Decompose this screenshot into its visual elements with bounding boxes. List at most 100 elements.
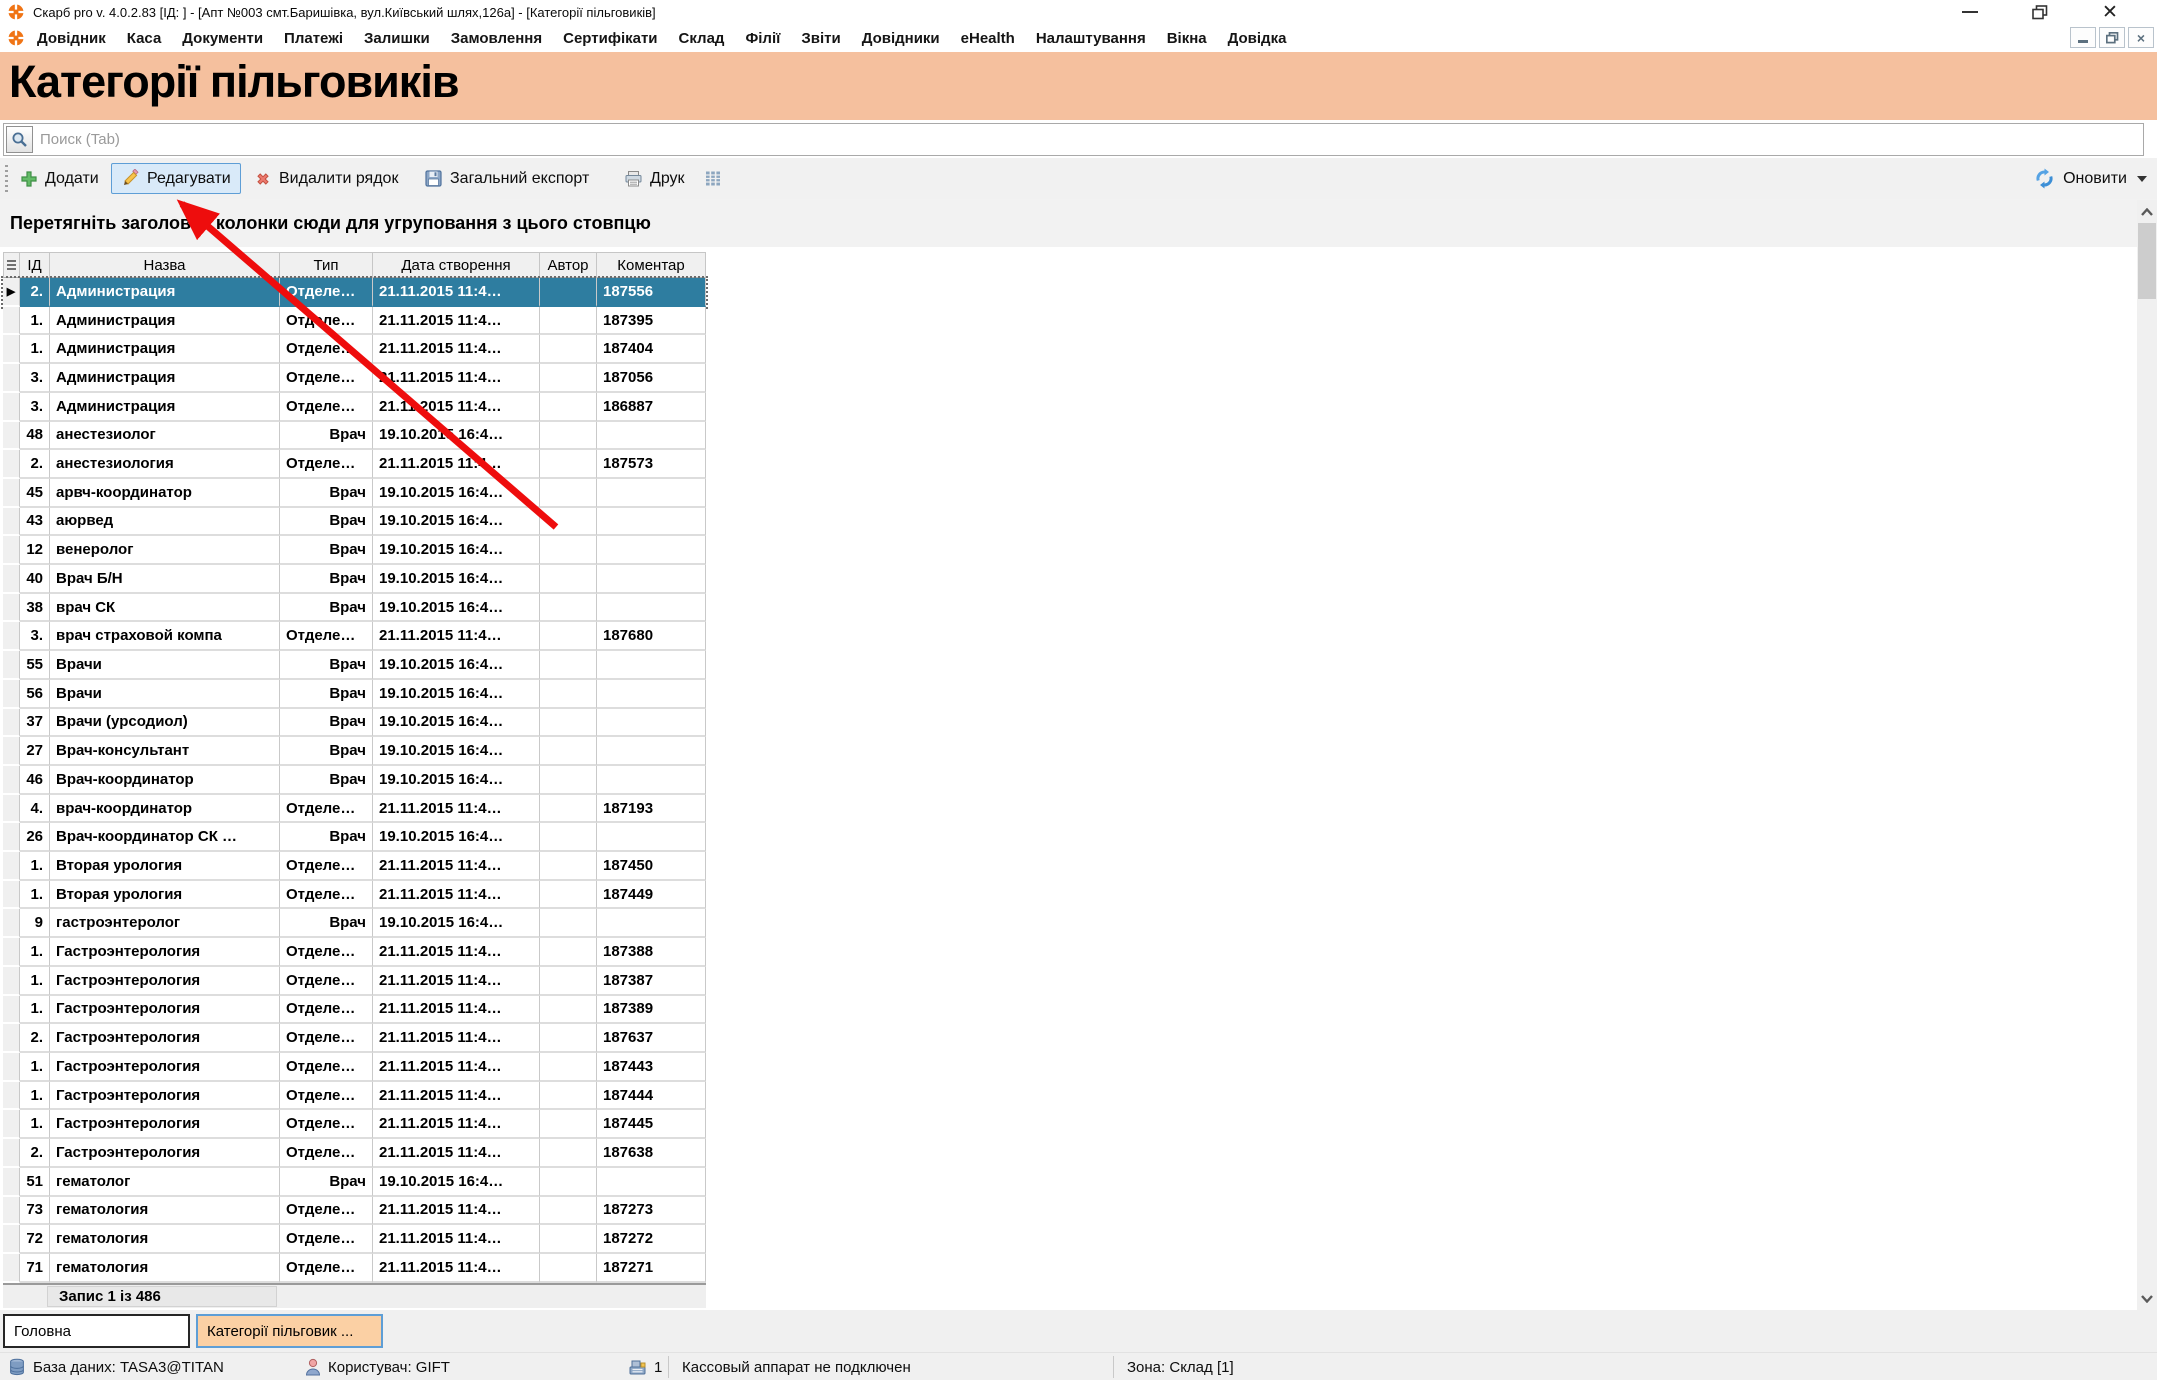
cell-comment: 187449	[597, 881, 706, 910]
window-restore-button[interactable]	[2005, 0, 2075, 24]
menu-dovidka[interactable]: Довідка	[1228, 30, 1287, 47]
row-indicator	[3, 364, 20, 393]
table-row[interactable]: 4.врач-координаторОтделе…21.11.2015 11:4…	[3, 795, 706, 824]
search-bar[interactable]: Поиск (Tab)	[3, 123, 2144, 156]
search-button[interactable]	[6, 126, 33, 153]
table-row[interactable]: 2.ГастроэнтерологияОтделе…21.11.2015 11:…	[3, 1024, 706, 1053]
menu-zvity[interactable]: Звіти	[801, 30, 840, 47]
cell-comment: 187443	[597, 1053, 706, 1082]
table-row[interactable]: 1.ГастроэнтерологияОтделе…21.11.2015 11:…	[3, 996, 706, 1025]
menu-dokumenty[interactable]: Документи	[182, 30, 263, 47]
table-row[interactable]: 72гематологияОтделе…21.11.2015 11:4…1872…	[3, 1225, 706, 1254]
column-header-type[interactable]: Тип	[280, 252, 373, 278]
table-row[interactable]: 1.ГастроэнтерологияОтделе…21.11.2015 11:…	[3, 1110, 706, 1139]
search-input[interactable]: Поиск (Tab)	[40, 131, 120, 148]
export-button[interactable]: Загальний експорт	[424, 163, 589, 194]
menu-ehealth[interactable]: eHealth	[961, 30, 1015, 47]
table-row[interactable]: 3.АдминистрацияОтделе…21.11.2015 11:4…18…	[3, 393, 706, 422]
table-row[interactable]: 1.ГастроэнтерологияОтделе…21.11.2015 11:…	[3, 1053, 706, 1082]
window-minimize-button[interactable]	[1935, 0, 2005, 24]
table-row[interactable]: 73гематологияОтделе…21.11.2015 11:4…1872…	[3, 1197, 706, 1226]
mdi-minimize-button[interactable]	[2070, 27, 2096, 48]
window-close-button[interactable]: ✕	[2075, 0, 2145, 24]
database-icon	[8, 1358, 26, 1376]
menu-dovidnyky[interactable]: Довідники	[862, 30, 940, 47]
table-row[interactable]: 1.АдминистрацияОтделе…21.11.2015 11:4…18…	[3, 335, 706, 364]
cell-id: 1.	[20, 996, 50, 1025]
add-button[interactable]: Додати	[20, 163, 99, 194]
menu-zamovlennia[interactable]: Замовлення	[451, 30, 542, 47]
table-row[interactable]: 51гематологВрач19.10.2015 16:4…	[3, 1168, 706, 1197]
edit-button[interactable]: Редагувати	[111, 163, 241, 194]
table-row[interactable]: 43аюрведВрач19.10.2015 16:4…	[3, 508, 706, 537]
cell-author	[540, 823, 597, 852]
scroll-up-button[interactable]	[2137, 201, 2157, 222]
table-row[interactable]: 27Врач-консультантВрач19.10.2015 16:4…	[3, 737, 706, 766]
cell-name: Администрация	[50, 335, 280, 364]
tab-holovna[interactable]: Головна	[3, 1314, 190, 1348]
table-row[interactable]: 71гематологияОтделе…21.11.2015 11:4…1872…	[3, 1254, 706, 1283]
table-row[interactable]: 12венерологВрач19.10.2015 16:4…	[3, 536, 706, 565]
table-row[interactable]: 1.Вторая урологияОтделе…21.11.2015 11:4……	[3, 881, 706, 910]
table-row[interactable]: 1.ГастроэнтерологияОтделе…21.11.2015 11:…	[3, 938, 706, 967]
column-header-comment[interactable]: Коментар	[597, 252, 706, 278]
mdi-close-button[interactable]: ×	[2128, 27, 2154, 48]
table-row[interactable]: 56ВрачиВрач19.10.2015 16:4…	[3, 680, 706, 709]
table-row[interactable]: ▶2.АдминистрацияОтделе…21.11.2015 11:4…1…	[3, 278, 706, 307]
table-row[interactable]: 1.ГастроэнтерологияОтделе…21.11.2015 11:…	[3, 967, 706, 996]
columns-button[interactable]	[703, 163, 723, 194]
cell-name: Гастроэнтерология	[50, 1053, 280, 1082]
table-row[interactable]: 45арвч-координаторВрач19.10.2015 16:4…	[3, 479, 706, 508]
chevron-down-icon	[2141, 1295, 2153, 1303]
menu-zalyshky[interactable]: Залишки	[364, 30, 430, 47]
vertical-scrollbar[interactable]	[2137, 200, 2157, 1310]
cell-type: Врач	[280, 766, 373, 795]
column-header-name[interactable]: Назва	[50, 252, 280, 278]
table-row[interactable]: 3.врач страховой компаОтделе…21.11.2015 …	[3, 622, 706, 651]
table-row[interactable]: 9гастроэнтерологВрач19.10.2015 16:4…	[3, 909, 706, 938]
menu-nalashtuvannia[interactable]: Налаштування	[1036, 30, 1146, 47]
menu-kasa[interactable]: Каса	[127, 30, 162, 47]
table-row[interactable]: 38врач СКВрач19.10.2015 16:4…	[3, 594, 706, 623]
refresh-dropdown-caret-icon[interactable]	[2137, 176, 2147, 182]
scrollbar-thumb[interactable]	[2138, 223, 2156, 299]
cell-date: 21.11.2015 11:4…	[373, 393, 540, 422]
cell-author	[540, 651, 597, 680]
table-row[interactable]: 2.анестезиологияОтделе…21.11.2015 11:4…1…	[3, 450, 706, 479]
mdi-restore-button[interactable]	[2099, 27, 2125, 48]
column-header-id[interactable]: ІД	[20, 252, 50, 278]
scroll-down-button[interactable]	[2137, 1288, 2157, 1309]
table-row[interactable]: 37Врачи (урсодиол)Врач19.10.2015 16:4…	[3, 709, 706, 738]
delete-row-button[interactable]: Видалити рядок	[254, 163, 398, 194]
menu-filii[interactable]: Філії	[745, 30, 780, 47]
group-by-panel[interactable]: Перетягніть заголовок колонки сюди для у…	[0, 199, 2157, 247]
table-row[interactable]: 1.АдминистрацияОтделе…21.11.2015 11:4…18…	[3, 307, 706, 336]
table-row[interactable]: 2.ГастроэнтерологияОтделе…21.11.2015 11:…	[3, 1139, 706, 1168]
menu-sklad[interactable]: Склад	[679, 30, 725, 47]
table-row[interactable]: 1.ГастроэнтерологияОтделе…21.11.2015 11:…	[3, 1082, 706, 1111]
cell-id: 3.	[20, 364, 50, 393]
table-row[interactable]: 3.АдминистрацияОтделе…21.11.2015 11:4…18…	[3, 364, 706, 393]
table-row[interactable]: 26Врач-координатор СК …Врач19.10.2015 16…	[3, 823, 706, 852]
refresh-button[interactable]: Оновити	[2034, 163, 2127, 194]
menu-dovidnyk[interactable]: Довідник	[37, 30, 106, 47]
column-header-date[interactable]: Дата створення	[373, 252, 540, 278]
grid-corner-button[interactable]	[3, 252, 20, 278]
table-row[interactable]: 46Врач-координаторВрач19.10.2015 16:4…	[3, 766, 706, 795]
menu-vikna[interactable]: Вікна	[1167, 30, 1207, 47]
menu-sertyfikaty[interactable]: Сертифікати	[563, 30, 657, 47]
cell-comment: 187637	[597, 1024, 706, 1053]
cell-name: Гастроэнтерология	[50, 1139, 280, 1168]
table-row[interactable]: 1.Вторая урологияОтделе…21.11.2015 11:4……	[3, 852, 706, 881]
cell-comment	[597, 766, 706, 795]
cell-comment	[597, 709, 706, 738]
column-header-author[interactable]: Автор	[540, 252, 597, 278]
toolbar-grip-handle[interactable]	[5, 165, 8, 192]
table-row[interactable]: 40Врач Б/НВрач19.10.2015 16:4…	[3, 565, 706, 594]
table-row[interactable]: 48анестезиологВрач19.10.2015 16:4…	[3, 422, 706, 451]
cell-comment	[597, 823, 706, 852]
table-row[interactable]: 55ВрачиВрач19.10.2015 16:4…	[3, 651, 706, 680]
print-button[interactable]: Друк	[624, 163, 685, 194]
menu-platezhi[interactable]: Платежі	[284, 30, 343, 47]
tab-kategorii-pilgovykiv[interactable]: Категорії пільговик ...	[196, 1314, 383, 1348]
